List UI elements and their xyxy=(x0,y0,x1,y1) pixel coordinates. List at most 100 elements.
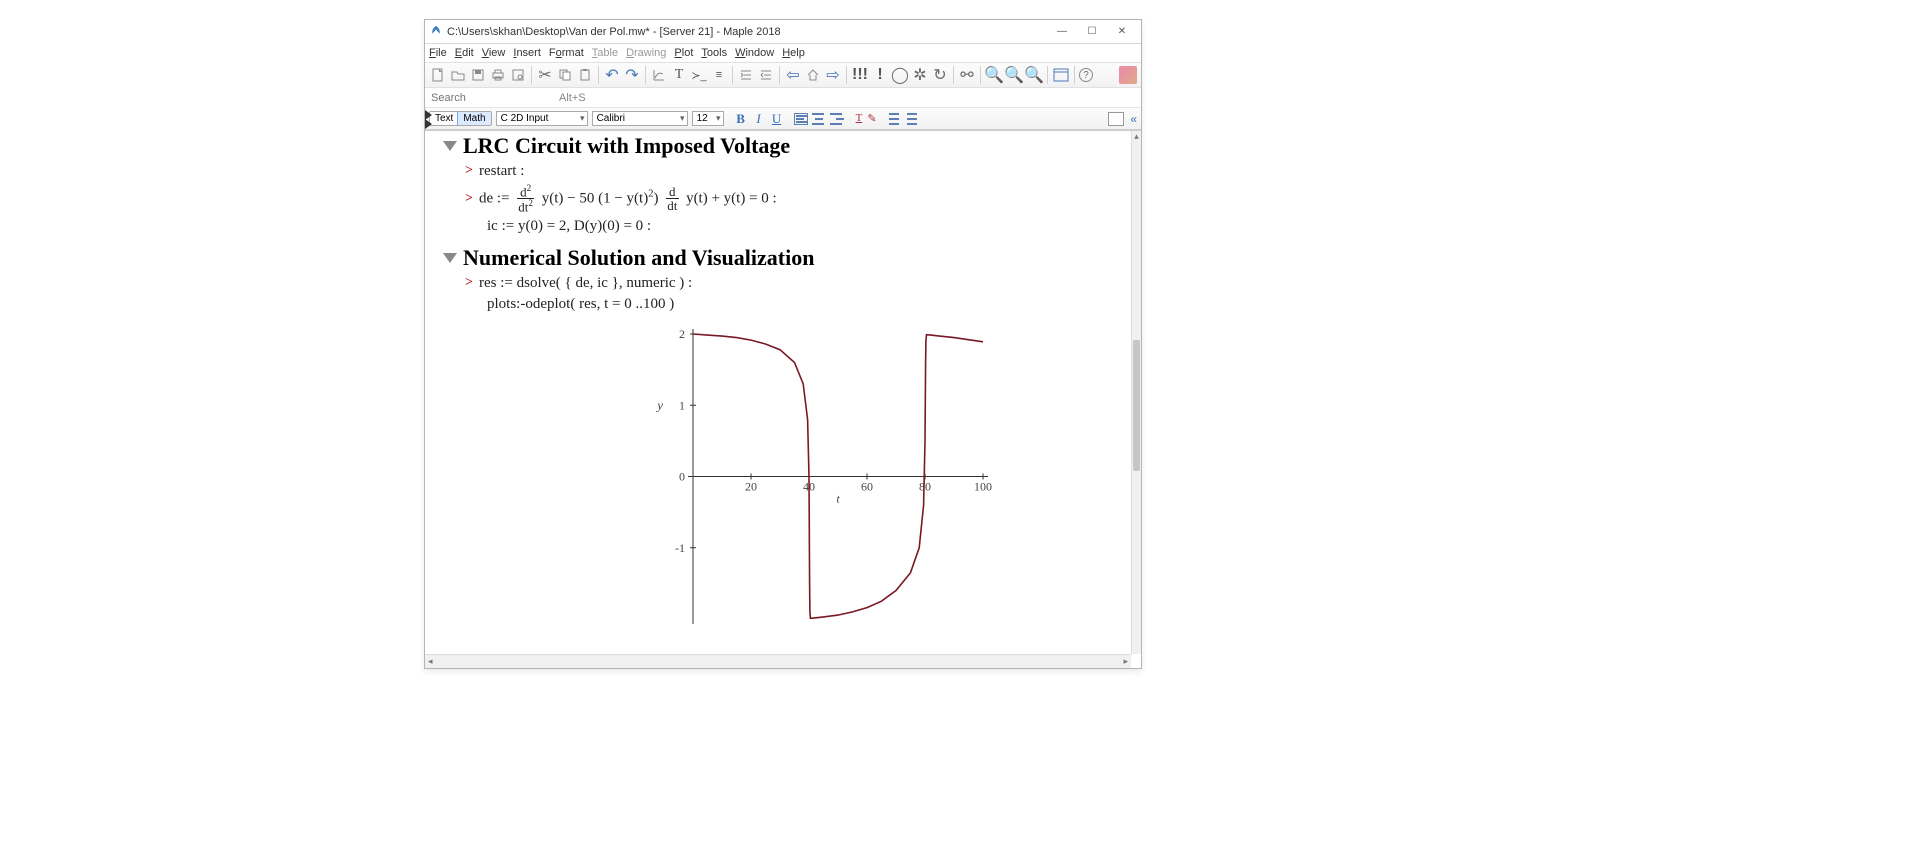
palette-toggle-icon[interactable] xyxy=(425,119,432,129)
scroll-left-icon[interactable]: ◂ xyxy=(428,656,433,667)
search-input[interactable] xyxy=(429,91,519,105)
insert-text-icon[interactable]: T xyxy=(670,66,688,84)
menu-edit[interactable]: Edit xyxy=(455,47,474,59)
menu-view[interactable]: View xyxy=(482,47,506,59)
restart-icon[interactable]: ↻ xyxy=(931,66,949,84)
debug-icon[interactable]: ✲ xyxy=(911,66,929,84)
code-line[interactable]: ic := y(0) = 2, D(y)(0) = 0 : xyxy=(487,218,1127,235)
menu-drawing[interactable]: Drawing xyxy=(626,47,666,59)
menu-table[interactable]: Table xyxy=(592,47,618,59)
menu-help[interactable]: Help xyxy=(782,47,805,59)
document-area: LRC Circuit with Imposed Voltage > resta… xyxy=(425,130,1141,668)
bold-button[interactable]: B xyxy=(734,111,748,127)
svg-text:t: t xyxy=(836,491,840,505)
insert-exec-icon[interactable]: ≡ xyxy=(710,66,728,84)
horizontal-scrollbar[interactable]: ◂ ▸ xyxy=(425,654,1131,668)
svg-text:20: 20 xyxy=(745,479,757,493)
worksheet[interactable]: LRC Circuit with Imposed Voltage > resta… xyxy=(433,131,1131,654)
zoom-default-icon[interactable]: 🔍 xyxy=(1025,66,1043,84)
mode-math[interactable]: Math xyxy=(457,111,491,126)
execute-icon[interactable]: !!! xyxy=(851,66,869,84)
insert-plot-icon[interactable] xyxy=(650,66,668,84)
zoom-in-icon[interactable]: 🔍 xyxy=(985,66,1003,84)
number-list-icon[interactable] xyxy=(907,113,921,125)
home-icon[interactable] xyxy=(804,66,822,84)
open-file-icon[interactable] xyxy=(449,66,467,84)
section-toggle-icon[interactable] xyxy=(443,141,457,151)
vertical-scrollbar[interactable]: ▴ xyxy=(1131,131,1141,654)
redo-icon[interactable]: ↷ xyxy=(623,66,641,84)
scroll-thumb[interactable] xyxy=(1133,340,1140,471)
svg-text:y: y xyxy=(655,397,663,412)
font-size-select[interactable]: 12 xyxy=(692,111,724,126)
new-file-icon[interactable] xyxy=(429,66,447,84)
input-mode-toggle[interactable]: Text Math xyxy=(429,111,492,126)
paste-icon[interactable] xyxy=(576,66,594,84)
menu-tools[interactable]: Tools xyxy=(701,47,727,59)
toggle-panel-button[interactable] xyxy=(1108,112,1124,126)
collapse-toolbar-icon[interactable]: « xyxy=(1130,112,1137,126)
code-line[interactable]: res := dsolve( { de, ic }, numeric ) : xyxy=(479,275,692,292)
user-avatar[interactable] xyxy=(1119,66,1137,84)
toggle-view-icon[interactable] xyxy=(1052,66,1070,84)
print-icon[interactable] xyxy=(489,66,507,84)
second-derivative: d2dt2 xyxy=(515,184,536,214)
align-center-icon[interactable] xyxy=(812,113,826,125)
code-line[interactable]: restart : xyxy=(479,163,524,180)
code-line[interactable]: de := d2dt2 y(t) − 50 (1 − y(t)2) ddt y(… xyxy=(479,184,777,214)
code-line[interactable]: plots:-odeplot( res, t = 0 ..100 ) xyxy=(487,296,1127,313)
forward-icon[interactable]: ⇨ xyxy=(824,66,842,84)
outdent-icon[interactable] xyxy=(757,66,775,84)
font-family-select[interactable]: Calibri xyxy=(592,111,688,126)
save-icon[interactable] xyxy=(469,66,487,84)
minimize-button[interactable]: — xyxy=(1047,21,1077,43)
app-icon xyxy=(429,25,443,39)
section-title: Numerical Solution and Visualization xyxy=(463,245,814,271)
menu-plot[interactable]: Plot xyxy=(674,47,693,59)
prompt-icon: > xyxy=(465,191,473,207)
mode-text[interactable]: Text xyxy=(430,112,458,125)
undo-icon[interactable]: ↶ xyxy=(603,66,621,84)
bullet-list-icon[interactable] xyxy=(889,113,903,125)
italic-button[interactable]: I xyxy=(752,111,766,127)
align-left-icon[interactable] xyxy=(794,113,808,125)
highlight-icon[interactable]: ✎ xyxy=(867,112,876,125)
svg-text:60: 60 xyxy=(861,479,873,493)
section-toggle-icon[interactable] xyxy=(443,253,457,263)
scroll-up-icon[interactable]: ▴ xyxy=(1132,131,1141,143)
execute-one-icon[interactable]: ! xyxy=(871,66,889,84)
maximize-button[interactable]: ☐ xyxy=(1077,21,1107,43)
menu-file[interactable]: File xyxy=(429,47,447,59)
svg-text:-1: -1 xyxy=(675,540,685,554)
font-color-icon[interactable]: T xyxy=(856,112,863,125)
cut-icon[interactable]: ✂ xyxy=(536,66,554,84)
plot-output: 20406080100-1012yt xyxy=(483,319,1127,639)
stop-icon[interactable]: ◯ xyxy=(891,66,909,84)
align-right-icon[interactable] xyxy=(830,113,844,125)
close-button[interactable]: ✕ xyxy=(1107,21,1137,43)
titlebar: C:\Users\skhan\Desktop\Van der Pol.mw* -… xyxy=(425,20,1141,44)
window-title: C:\Users\skhan\Desktop\Van der Pol.mw* -… xyxy=(447,26,1047,38)
menu-insert[interactable]: Insert xyxy=(513,47,541,59)
insert-math-icon[interactable]: ≻_ xyxy=(690,66,708,84)
underline-button[interactable]: U xyxy=(770,111,784,127)
prompt-icon: > xyxy=(465,163,473,179)
help-icon[interactable]: ? xyxy=(1079,68,1093,82)
copy-icon[interactable] xyxy=(556,66,574,84)
indent-icon[interactable] xyxy=(737,66,755,84)
format-toolbar: Text Math C 2D Input Calibri 12 B I U T … xyxy=(425,108,1141,130)
app-window: C:\Users\skhan\Desktop\Van der Pol.mw* -… xyxy=(424,19,1142,669)
main-toolbar: ✂ ↶ ↷ T ≻_ ≡ ⇦ ⇨ !!! ! ◯ ✲ ↻ ⚯ xyxy=(425,62,1141,88)
search-shortcut: Alt+S xyxy=(559,92,586,104)
style-select[interactable]: C 2D Input xyxy=(496,111,588,126)
menu-window[interactable]: Window xyxy=(735,47,774,59)
zoom-out-icon[interactable]: 🔍 xyxy=(1005,66,1023,84)
back-icon[interactable]: ⇦ xyxy=(784,66,802,84)
svg-text:2: 2 xyxy=(679,327,685,341)
search-bar: Alt+S xyxy=(425,88,1141,108)
menu-format[interactable]: Format xyxy=(549,47,584,59)
svg-text:100: 100 xyxy=(974,479,992,493)
print-preview-icon[interactable] xyxy=(509,66,527,84)
scroll-right-icon[interactable]: ▸ xyxy=(1123,656,1128,667)
link-icon[interactable]: ⚯ xyxy=(958,66,976,84)
